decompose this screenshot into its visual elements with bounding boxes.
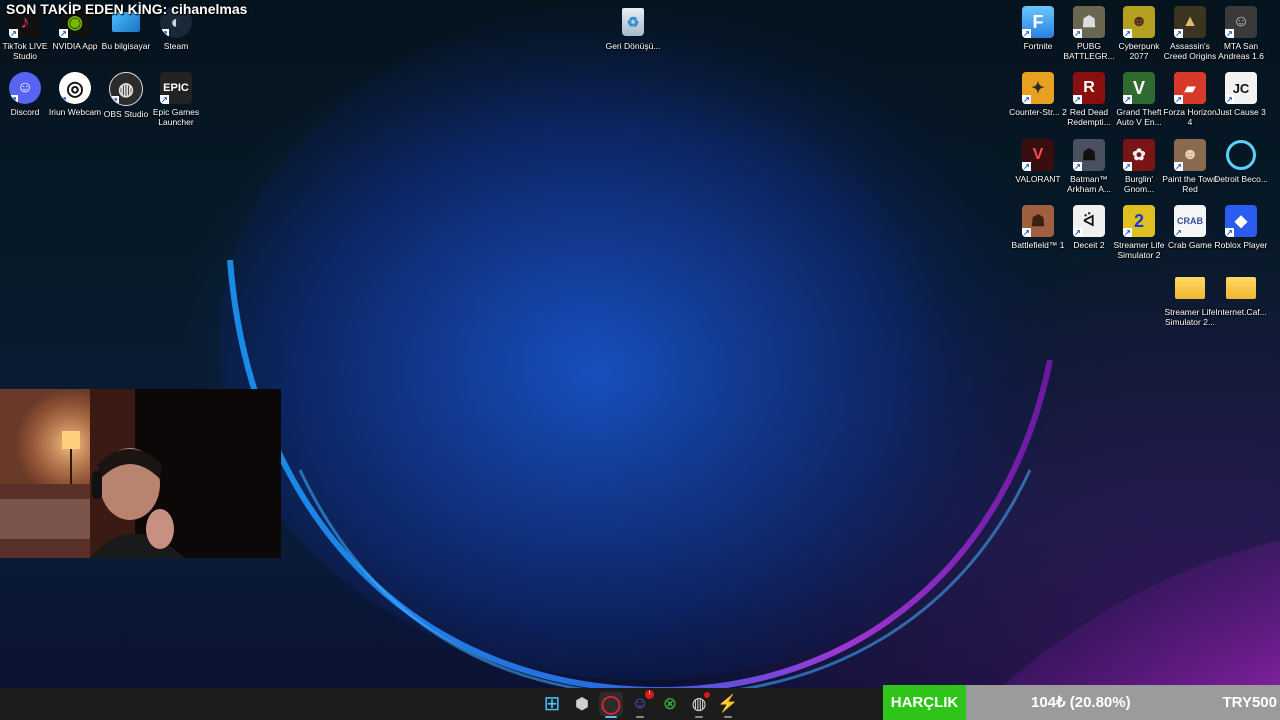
desktop-icon-red-dead[interactable]: R ↗ Red Dead Redempti... [1061,72,1117,127]
just-cause-icon: JC ↗ [1225,72,1257,104]
desktop-icon-label: Streamer Life Simulator 2 [1113,240,1165,260]
mta-icon: ☺ ↗ [1225,6,1257,38]
iriun-webcam-icon: ◎ ↗ [59,72,91,104]
battlefield-icon: ☗ ↗ [1022,205,1054,237]
taskbar-obs-button[interactable]: ◍ [687,692,711,718]
valorant-icon: V ↗ [1022,139,1054,171]
ticker-change: 104₺ (20.80%) [1031,694,1131,711]
desktop-icon-label: Forza Horizon 4 [1163,107,1217,127]
notification-badge: ! [645,690,654,699]
deceit-icon: ᐛ ↗ [1073,205,1105,237]
desktop-icon-label: Streamer Life Simulator 2... [1164,307,1216,327]
desktop-icon-obs-studio[interactable]: ◍ ↗ OBS Studio [98,72,154,119]
desktop-icon-batman[interactable]: ☗ ↗ Batman™ Arkham A... [1061,139,1117,194]
desktop-icon-cyberpunk[interactable]: ☻ ↗ Cyberpunk 2077 [1111,6,1167,61]
xbox-icon: ⊗ [662,694,678,713]
desktop-icon-counter-strike[interactable]: ✦ ↗ Counter-Str... 2 [1009,72,1067,117]
forza-icon: ▰ ↗ [1174,72,1206,104]
streamer-life-icon: ⚡ [717,694,739,713]
desktop-icon-fortnite[interactable]: F ↗ Fortnite [1010,6,1066,51]
ticker-price: TRY500 [1222,694,1277,711]
desktop-icon-valorant[interactable]: V ↗ VALORANT [1010,139,1066,184]
opera-gx-icon: ◯ [600,693,622,714]
desktop-icon-label: Geri Dönüşü... [605,41,661,51]
desktop-icon-battlefield[interactable]: ☗ ↗ Battlefield™ 1 [1010,205,1066,250]
donation-ticker: HARÇLIK 104₺ (20.80%) TRY500 [883,685,1280,720]
app-icon: ⬢ [575,696,589,713]
webcam-scene [0,389,281,558]
recording-dot [704,692,710,698]
webcam-overlay [0,389,281,558]
desktop-icon-label: Epic Games Launcher [152,107,200,127]
detroit-icon [1225,139,1257,171]
taskbar-opera-gx-button[interactable]: ◯ [599,692,623,718]
desktop-icon-label: Just Cause 3 [1216,107,1266,117]
desktop-icon-assassins-creed[interactable]: ▲ ↗ Assassin's Creed Origins [1162,6,1218,61]
desktop-icon-label: Crab Game [1168,240,1212,250]
desktop-icon-label: NVIDIA App [52,41,98,51]
desktop-icon-just-cause[interactable]: JC ↗ Just Cause 3 [1213,72,1269,117]
recycle-bin-icon: ♻ [617,6,649,38]
desktop-icon-label: MTA San Andreas 1.6 [1218,41,1264,61]
counter-strike-icon: ✦ ↗ [1022,72,1054,104]
taskbar-discord-button[interactable]: ☺ ! [628,690,654,718]
streamer-life-icon: 2 ↗ [1123,205,1155,237]
start-icon: ⊞ [543,693,561,715]
desktop-folder-streamer-life[interactable]: Streamer Life Simulator 2... [1162,272,1218,327]
desktop-icon-label: Battlefield™ 1 [1011,240,1065,250]
desktop-icon-gta-v[interactable]: V ↗ Grand Theft Auto V En... [1111,72,1167,127]
crab-game-icon: CRAB ↗ [1174,205,1206,237]
desktop-icon-burglin-gnomes[interactable]: ✿ ↗ Burglin' Gnom... [1111,139,1167,194]
fortnite-icon: F ↗ [1022,6,1054,38]
desktop-icon-label: Counter-Str... 2 [1009,107,1067,117]
folder-icon [1174,272,1206,304]
desktop-icon-roblox[interactable]: ◆ ↗ Roblox Player [1213,205,1269,250]
desktop-icon-iriun-webcam[interactable]: ◎ ↗ Iriun Webcam [47,72,103,117]
desktop-icon-label: Assassin's Creed Origins [1163,41,1217,61]
desktop-icon-label: VALORANT [1015,174,1061,184]
desktop-icon-mta[interactable]: ☺ ↗ MTA San Andreas 1.6 [1213,6,1269,61]
paint-the-town-red-icon: ☻ ↗ [1174,139,1206,171]
desktop-icon-label: Fortnite [1023,41,1053,51]
last-follower-overlay: SON TAKİP EDEN KİNG: cihanelmas [6,1,248,17]
discord-icon: ☺ ↗ [9,72,41,104]
desktop-icon-label: Burglin' Gnom... [1123,174,1155,194]
ticker-tag: HARÇLIK [883,685,966,720]
desktop-icon-deceit[interactable]: ᐛ ↗ Deceit 2 [1061,205,1117,250]
roblox-icon: ◆ ↗ [1225,205,1257,237]
desktop-icon-paint-the-town-red[interactable]: ☻ ↗ Paint the Town Red [1162,139,1218,194]
obs-icon: ◍ ↗ [109,72,143,106]
desktop-icon-forza[interactable]: ▰ ↗ Forza Horizon 4 [1162,72,1218,127]
desktop-icon-label: Detroit Beco... [1214,174,1268,184]
desktop-icon-streamer-life[interactable]: 2 ↗ Streamer Life Simulator 2 [1111,205,1167,260]
desktop-icon-detroit[interactable]: Detroit Beco... [1213,139,1269,184]
desktop-icon-label: Cyberpunk 2077 [1118,41,1160,61]
cyberpunk-icon: ☻ ↗ [1123,6,1155,38]
desktop-icon-label: Iriun Webcam [48,107,102,117]
desktop-icon-crab-game[interactable]: CRAB ↗ Crab Game [1162,205,1218,250]
desktop-icon-label: Roblox Player [1214,240,1268,250]
desktop-folder-internet-cafe[interactable]: Internet.Caf... [1213,272,1269,317]
assassins-creed-icon: ▲ ↗ [1174,6,1206,38]
desktop-icon-recycle-bin[interactable]: ♻ Geri Dönüşü... [605,6,661,51]
red-dead-icon: R ↗ [1073,72,1105,104]
start-button[interactable]: ⊞ [540,692,564,716]
desktop-icon-label: Paint the Town Red [1162,174,1218,194]
taskbar-streamer-life-button[interactable]: ⚡ [716,692,740,718]
batman-icon: ☗ ↗ [1073,139,1105,171]
taskbar-xbox-button[interactable]: ⊗ [658,692,682,716]
folder-icon [1225,272,1257,304]
desktop-icon-label: Internet.Caf... [1215,307,1267,317]
desktop-icon-label: Steam [163,41,189,51]
epic-games-icon: EPIC ↗ [160,72,192,104]
desktop-icon-label: Grand Theft Auto V En... [1116,107,1162,127]
pubg-icon: ☗ ↗ [1073,6,1105,38]
burglin-gnomes-icon: ✿ ↗ [1123,139,1155,171]
desktop-icon-pubg[interactable]: ☗ ↗ PUBG BATTLEGR... [1061,6,1117,61]
desktop-icon-epic-games[interactable]: EPIC ↗ Epic Games Launcher [148,72,204,127]
gta-v-icon: V ↗ [1123,72,1155,104]
taskbar-app-button[interactable]: ⬢ [570,692,594,716]
